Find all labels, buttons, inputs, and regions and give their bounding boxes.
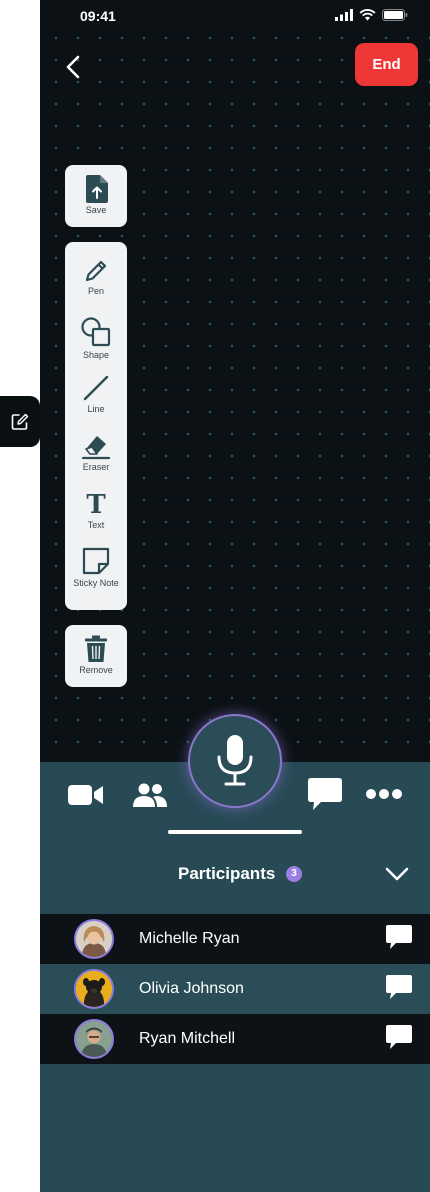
sticky-note-label: Sticky Note — [73, 578, 119, 588]
avatar — [74, 1019, 114, 1059]
avatar-photo — [76, 971, 112, 1007]
more-dots-icon — [366, 789, 402, 799]
save-button[interactable]: Save — [65, 165, 127, 215]
people-icon — [133, 783, 167, 807]
avatar-photo — [76, 1021, 112, 1057]
chat-bubble-icon — [386, 974, 412, 999]
shape-label: Shape — [82, 350, 110, 360]
avatar-photo — [76, 921, 112, 957]
chevron-down-icon — [385, 867, 409, 881]
shape-tool[interactable]: Shape — [65, 316, 127, 360]
participants-title: Participants — [178, 864, 276, 883]
sticky-note-tool[interactable]: Sticky Note — [65, 546, 127, 588]
text-label: Text — [87, 520, 105, 530]
chat-bubble-icon — [386, 1024, 412, 1049]
participant-name: Ryan Mitchell — [139, 1030, 236, 1047]
call-screen: 09:41 End Save Pen Shape Line Eraser T T… — [40, 0, 430, 1192]
collapse-button[interactable] — [384, 864, 410, 889]
remove-toolbox: Remove — [65, 625, 127, 687]
message-participant-button[interactable] — [385, 974, 413, 1005]
participants-button[interactable] — [131, 780, 169, 810]
chevron-left-icon — [66, 55, 80, 79]
line-tool[interactable]: Line — [65, 374, 127, 414]
pen-icon — [85, 260, 107, 282]
status-time: 09:41 — [80, 8, 116, 24]
back-button[interactable] — [62, 52, 86, 82]
message-participant-button[interactable] — [385, 1024, 413, 1055]
signal-icon — [335, 9, 353, 21]
save-toolbox: Save — [65, 165, 127, 227]
eraser-tool[interactable]: Eraser — [65, 432, 127, 472]
line-icon — [83, 375, 109, 401]
wifi-icon — [359, 9, 376, 21]
chat-bubble-icon — [308, 778, 342, 810]
whiteboard-toggle-tab[interactable] — [0, 396, 40, 447]
edit-note-icon — [11, 413, 29, 430]
drawing-toolbox: Pen Shape Line Eraser T Text Sticky Note — [65, 242, 127, 610]
pen-tool[interactable]: Pen — [65, 258, 127, 296]
status-bar: 09:41 — [40, 0, 430, 34]
trash-icon — [85, 635, 107, 662]
battery-icon — [382, 9, 408, 21]
pen-label: Pen — [87, 286, 104, 296]
remove-label: Remove — [79, 665, 113, 675]
microphone-button[interactable] — [188, 714, 282, 808]
system-icons — [335, 9, 408, 21]
participant-row[interactable]: Michelle Ryan — [40, 914, 430, 964]
video-button[interactable] — [67, 780, 105, 810]
sheet-drag-handle[interactable] — [168, 830, 302, 834]
end-call-button[interactable]: End — [355, 43, 418, 86]
avatar — [74, 919, 114, 959]
message-participant-button[interactable] — [385, 924, 413, 955]
text-tool[interactable]: T Text — [65, 492, 127, 530]
microphone-icon — [217, 735, 253, 786]
participant-name: Michelle Ryan — [139, 930, 240, 947]
participants-count-badge: 3 — [286, 866, 302, 882]
participant-row[interactable]: Ryan Mitchell — [40, 1014, 430, 1064]
shapes-icon — [81, 317, 111, 347]
chat-button[interactable] — [306, 776, 344, 812]
save-label: Save — [85, 205, 107, 215]
text-icon: T — [86, 490, 106, 520]
video-camera-icon — [68, 785, 103, 805]
line-label: Line — [87, 404, 105, 414]
participant-name: Olivia Johnson — [139, 980, 244, 997]
more-options-button[interactable] — [365, 782, 403, 806]
file-upload-icon — [86, 175, 108, 203]
participant-row[interactable]: Olivia Johnson — [40, 964, 430, 1014]
eraser-icon — [81, 436, 111, 460]
avatar — [74, 969, 114, 1009]
chat-bubble-icon — [386, 924, 412, 949]
eraser-label: Eraser — [82, 462, 110, 472]
sticky-note-icon — [82, 547, 110, 575]
remove-button[interactable]: Remove — [65, 625, 127, 675]
